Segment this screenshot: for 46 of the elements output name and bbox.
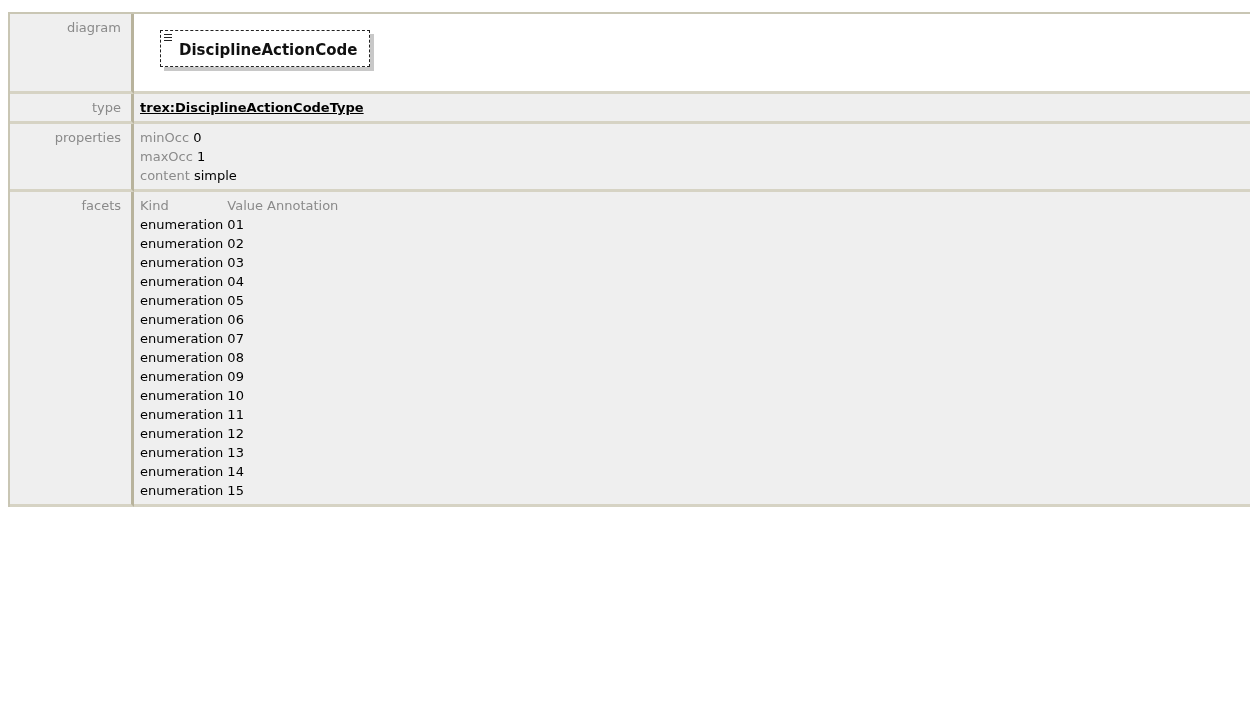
facet-value: 01 [227,216,245,234]
facet-kind: enumeration [140,482,224,500]
facet-value: 05 [227,292,245,310]
element-name: DisciplineActionCode [179,41,358,60]
facet-kind: enumeration [140,254,224,272]
facet-kind: enumeration [140,425,224,443]
column-header: Annotation [267,197,339,215]
row-label: properties [54,130,121,145]
property-name: content [140,168,190,183]
facet-kind: enumeration [140,444,224,462]
facet-kind: enumeration [140,368,224,386]
facet-value: 15 [227,482,245,500]
facet-kind: enumeration [140,349,224,367]
facet-kind: enumeration [140,311,224,329]
facet-kind: enumeration [140,273,224,291]
facet-kind: enumeration [140,330,224,348]
facet-value: 07 [227,330,245,348]
facet-value: 11 [227,406,245,424]
facet-value: 09 [227,368,245,386]
element-icon [163,33,173,42]
facet-value: 10 [227,387,245,405]
property-name: minOcc [140,130,190,145]
property-value: simple [193,168,237,183]
column-header: Kind [140,197,170,215]
facet-value: 02 [227,235,245,253]
facet-value: 12 [227,425,245,443]
facet-value: 06 [227,311,245,329]
facet-value: 13 [227,444,245,462]
property-value: 0 [193,130,202,145]
row-label: facets [81,198,121,213]
facet-kind: enumeration [140,387,224,405]
type-link[interactable]: trex:DisciplineActionCodeType [140,100,364,115]
property-value: 1 [197,149,206,164]
facet-value: 14 [227,463,245,481]
facet-kind: enumeration [140,406,224,424]
facet-kind: enumeration [140,235,224,253]
facet-kind: enumeration [140,292,224,310]
row-label: diagram [66,20,121,35]
facet-value: 03 [227,254,245,272]
facet-value: 08 [227,349,245,367]
column-header: Value [227,197,264,215]
facet-value: 04 [227,273,245,291]
facet-kind: enumeration [140,463,224,481]
property-name: maxOcc [140,149,193,164]
facet-kind: enumeration [140,216,224,234]
row-label: type [91,100,121,115]
